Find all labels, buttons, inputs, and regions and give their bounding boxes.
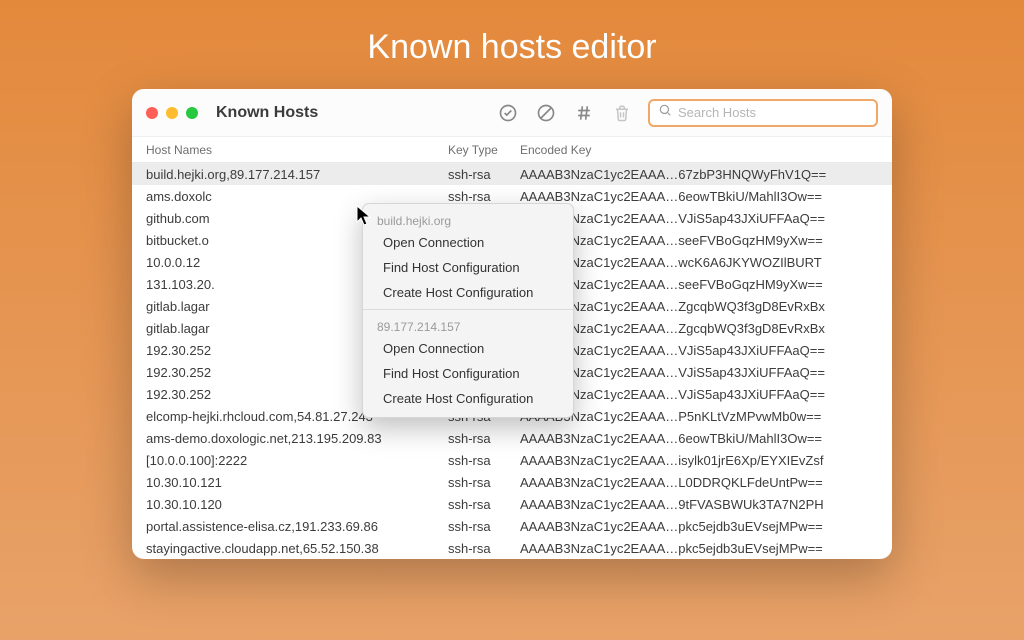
table-row[interactable]: portal.assistence-elisa.cz,191.233.69.86… (132, 515, 892, 537)
cell-host: ams.doxolc (146, 189, 448, 204)
cell-key: AAAAB3NzaC1yc2EAAA…P5nKLtVzMPvwMb0w== (520, 409, 892, 424)
cell-host: 10.30.10.121 (146, 475, 448, 490)
traffic-lights (146, 107, 198, 119)
cell-key: AAAAB3NzaC1yc2EAAA…ZgcqbWQ3f3gD8EvRxBx (520, 321, 892, 336)
cell-host: 10.30.10.120 (146, 497, 448, 512)
cell-key: AAAAB3NzaC1yc2EAAA…pkc5ejdb3uEVsejMPw== (520, 519, 892, 534)
cell-key: AAAAB3NzaC1yc2EAAA…VJiS5ap43JXiUFFAaQ== (520, 211, 892, 226)
cell-type: ssh-rsa (448, 431, 520, 446)
header-type[interactable]: Key Type (448, 143, 520, 157)
cell-key: AAAAB3NzaC1yc2EAAA…9tFVASBWUk3TA7N2PH (520, 497, 892, 512)
cell-type: ssh-rsa (448, 453, 520, 468)
menu-find-host-config[interactable]: Find Host Configuration (363, 255, 573, 280)
titlebar: Known Hosts (132, 89, 892, 137)
search-input[interactable] (678, 105, 868, 120)
cell-key: AAAAB3NzaC1yc2EAAA…6eowTBkiU/MahlI3Ow== (520, 189, 892, 204)
cell-host: [10.0.0.100]:2222 (146, 453, 448, 468)
table-row[interactable]: ams-demo.doxologic.net,213.195.209.83ssh… (132, 427, 892, 449)
verify-icon[interactable] (496, 101, 520, 125)
search-field[interactable] (648, 99, 878, 127)
menu-separator (363, 309, 573, 310)
cell-type: ssh-rsa (448, 541, 520, 556)
known-hosts-window: Known Hosts Host Names Key Type Encoded (132, 89, 892, 559)
cell-key: AAAAB3NzaC1yc2EAAA…L0DDRQKLFdeUntPw== (520, 475, 892, 490)
cell-type: ssh-rsa (448, 475, 520, 490)
toolbar (496, 101, 634, 125)
cell-key: AAAAB3NzaC1yc2EAAA…ZgcqbWQ3f3gD8EvRxBx (520, 299, 892, 314)
cell-key: AAAAB3NzaC1yc2EAAA…VJiS5ap43JXiUFFAaQ== (520, 343, 892, 358)
cell-key: AAAAB3NzaC1yc2EAAA…seeFVBoGqzHM9yXw== (520, 233, 892, 248)
search-icon (658, 103, 678, 122)
cell-key: AAAAB3NzaC1yc2EAAA…67zbP3HNQWyFhV1Q== (520, 167, 892, 182)
cell-key: AAAAB3NzaC1yc2EAAA…6eowTBkiU/MahlI3Ow== (520, 431, 892, 446)
cell-host: portal.assistence-elisa.cz,191.233.69.86 (146, 519, 448, 534)
page-title: Known hosts editor (367, 28, 656, 67)
maximize-window-button[interactable] (186, 107, 198, 119)
table-row[interactable]: [10.0.0.100]:2222ssh-rsaAAAAB3NzaC1yc2EA… (132, 449, 892, 471)
column-headers: Host Names Key Type Encoded Key (132, 137, 892, 163)
cell-type: ssh-rsa (448, 167, 520, 182)
table-row[interactable]: 10.30.10.120ssh-rsaAAAAB3NzaC1yc2EAAA…9t… (132, 493, 892, 515)
cell-type: ssh-rsa (448, 189, 520, 204)
cell-host: ams-demo.doxologic.net,213.195.209.83 (146, 431, 448, 446)
cell-host: stayingactive.cloudapp.net,65.52.150.38 (146, 541, 448, 556)
menu-find-host-config[interactable]: Find Host Configuration (363, 361, 573, 386)
minimize-window-button[interactable] (166, 107, 178, 119)
trash-icon[interactable] (610, 101, 634, 125)
table-row[interactable]: 10.30.10.121ssh-rsaAAAAB3NzaC1yc2EAAA…L0… (132, 471, 892, 493)
table-row[interactable]: stayingactive.cloudapp.net,65.52.150.38s… (132, 537, 892, 559)
context-menu: build.hejki.org Open Connection Find Hos… (362, 203, 574, 418)
cell-key: AAAAB3NzaC1yc2EAAA…seeFVBoGqzHM9yXw== (520, 277, 892, 292)
cell-key: AAAAB3NzaC1yc2EAAA…isylk01jrE6Xp/EYXIEvZ… (520, 453, 892, 468)
menu-create-host-config[interactable]: Create Host Configuration (363, 280, 573, 305)
menu-open-connection[interactable]: Open Connection (363, 336, 573, 361)
window-title: Known Hosts (216, 104, 318, 122)
cell-host: build.hejki.org,89.177.214.157 (146, 167, 448, 182)
close-window-button[interactable] (146, 107, 158, 119)
cell-key: AAAAB3NzaC1yc2EAAA…VJiS5ap43JXiUFFAaQ== (520, 365, 892, 380)
cell-type: ssh-rsa (448, 497, 520, 512)
cell-key: AAAAB3NzaC1yc2EAAA…pkc5ejdb3uEVsejMPw== (520, 541, 892, 556)
header-host[interactable]: Host Names (146, 143, 448, 157)
menu-create-host-config[interactable]: Create Host Configuration (363, 386, 573, 411)
cell-key: AAAAB3NzaC1yc2EAAA…VJiS5ap43JXiUFFAaQ== (520, 387, 892, 402)
table-row[interactable]: build.hejki.org,89.177.214.157ssh-rsaAAA… (132, 163, 892, 185)
context-group-title: 89.177.214.157 (363, 314, 573, 336)
disable-icon[interactable] (534, 101, 558, 125)
hash-icon[interactable] (572, 101, 596, 125)
cell-type: ssh-rsa (448, 519, 520, 534)
menu-open-connection[interactable]: Open Connection (363, 230, 573, 255)
header-key[interactable]: Encoded Key (520, 143, 892, 157)
context-group-title: build.hejki.org (363, 208, 573, 230)
cell-key: AAAAB3NzaC1yc2EAAA…wcK6A6JKYWOZIlBURT (520, 255, 892, 270)
